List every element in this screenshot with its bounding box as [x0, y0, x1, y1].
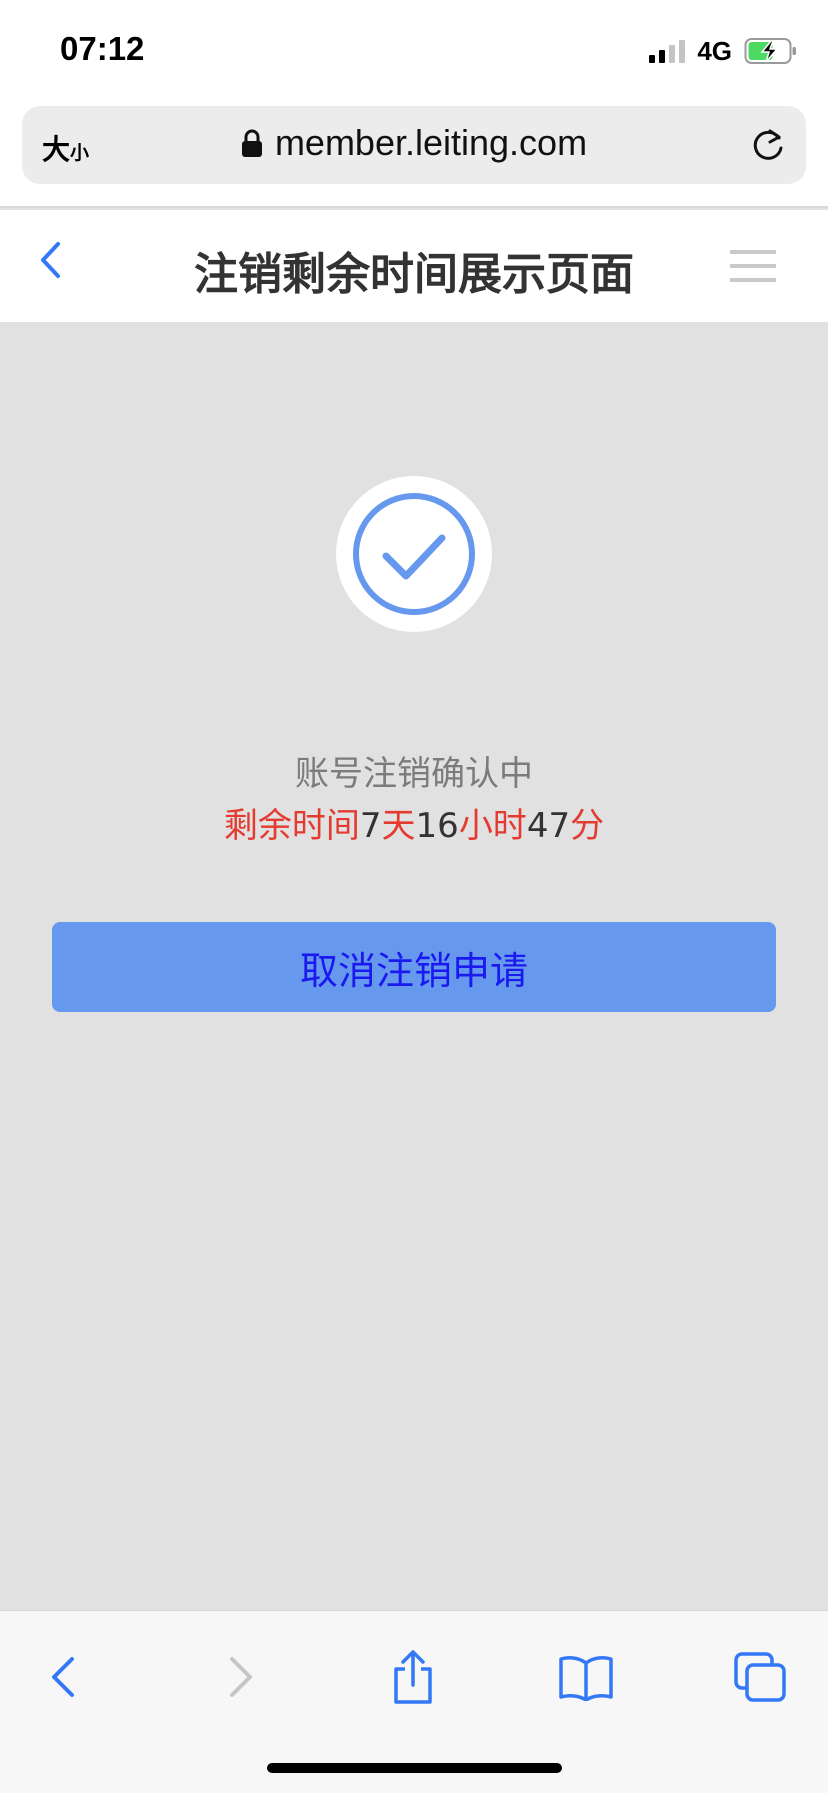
url-display[interactable]: member.leiting.com	[22, 122, 806, 164]
menu-icon[interactable]	[730, 246, 776, 286]
remaining-days: 7	[359, 806, 382, 846]
page-title: 注销剩余时间展示页面	[194, 249, 634, 300]
status-text: 账号注销确认中	[295, 754, 533, 794]
network-label: 4G	[697, 35, 732, 66]
battery-charging-icon	[744, 38, 796, 64]
remaining-hours: 16	[415, 806, 459, 846]
minutes-unit: 分	[570, 806, 605, 846]
bookmarks-icon[interactable]	[556, 1647, 616, 1707]
days-unit: 天	[381, 806, 416, 846]
address-bar[interactable]: 大小 member.leiting.com	[22, 106, 806, 184]
page-header: 注销剩余时间展示页面	[0, 210, 828, 322]
cancel-deletion-button[interactable]: 取消注销申请	[52, 922, 776, 1012]
browser-address-area: 大小 member.leiting.com	[0, 100, 828, 208]
forward-arrow-icon[interactable]	[210, 1647, 270, 1707]
lock-icon	[241, 129, 262, 157]
back-arrow-icon[interactable]	[34, 1647, 94, 1707]
remaining-time: 剩余时间7天16小时47分	[0, 798, 828, 847]
remaining-minutes: 47	[526, 806, 571, 846]
status-bar: 07:12 4G	[0, 0, 828, 100]
remaining-label: 剩余时间	[223, 806, 360, 846]
share-icon[interactable]	[383, 1647, 443, 1707]
check-circle-icon	[336, 476, 492, 632]
signal-icon	[649, 39, 686, 63]
home-indicator	[267, 1763, 562, 1773]
status-time: 07:12	[60, 30, 145, 67]
hours-unit: 小时	[458, 806, 527, 846]
status-indicators: 4G	[649, 36, 798, 66]
url-text: member.leiting.com	[274, 122, 588, 163]
tabs-icon[interactable]	[730, 1647, 790, 1707]
reload-icon[interactable]	[748, 126, 788, 166]
